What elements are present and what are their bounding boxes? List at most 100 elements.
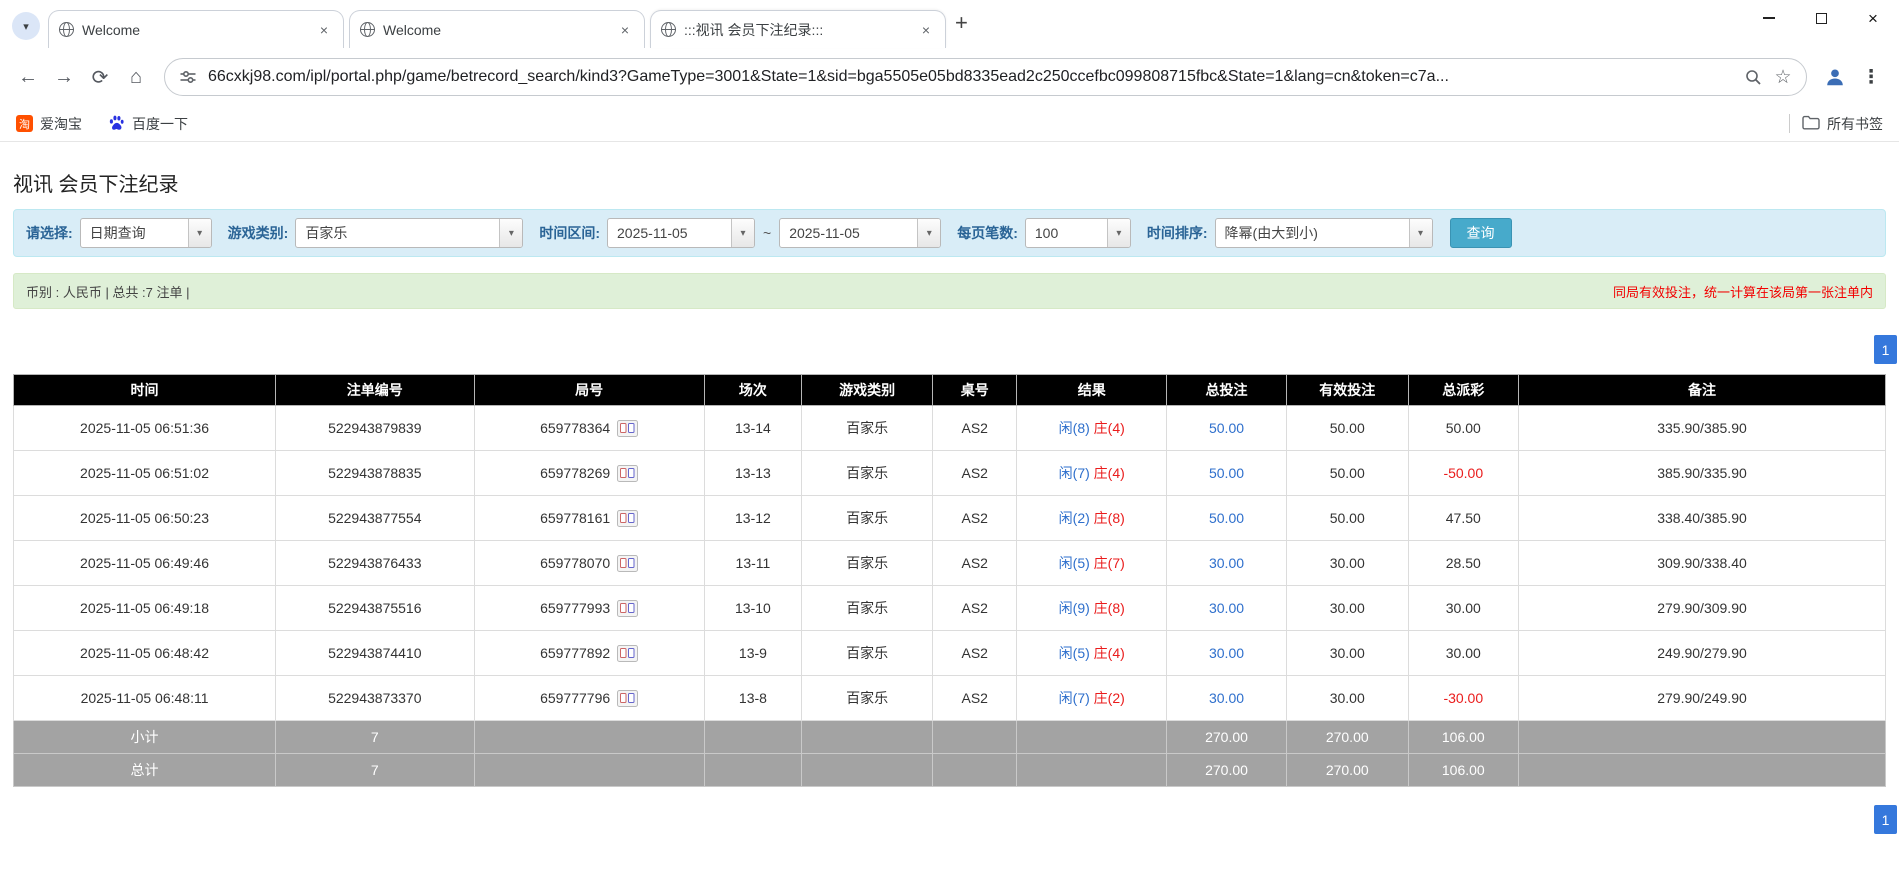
query-type-select[interactable]: 日期查询 ▾	[80, 218, 212, 248]
result-banker: 庄(2)	[1094, 690, 1125, 706]
sort-order-value: 降幂(由大到小)	[1216, 219, 1409, 247]
tab-welcome-1[interactable]: Welcome ×	[48, 10, 344, 48]
bookmark-star-icon[interactable]: ☆	[1768, 62, 1798, 92]
cell-result: 闲(2) 庄(8)	[1017, 496, 1167, 541]
table-row: 2025-11-05 06:50:23 522943877554 6597781…	[14, 496, 1886, 541]
cell-note: 309.90/338.40	[1519, 541, 1886, 586]
tab-close-icon[interactable]: ×	[315, 21, 333, 39]
bookmark-aitaobao[interactable]: 淘 爱淘宝	[16, 114, 82, 134]
date-from-value: 2025-11-05	[608, 219, 731, 247]
cell-total-bet[interactable]: 30.00	[1167, 676, 1287, 721]
round-number: 659777993	[540, 600, 610, 616]
profile-avatar-icon[interactable]	[1817, 59, 1853, 95]
search-button[interactable]: 查询	[1450, 218, 1512, 248]
cell-total-bet[interactable]: 50.00	[1167, 496, 1287, 541]
all-bookmarks-button[interactable]: 所有书签	[1802, 114, 1883, 134]
cell-payout: 30.00	[1408, 631, 1518, 676]
cell-note: 335.90/385.90	[1519, 406, 1886, 451]
divider	[1789, 114, 1790, 133]
chevron-down-icon[interactable]: ▾	[499, 219, 522, 247]
table-row: 2025-11-05 06:51:02 522943878835 6597782…	[14, 451, 1886, 496]
zoom-icon[interactable]	[1738, 62, 1768, 92]
view-result-icon[interactable]	[617, 690, 638, 707]
view-result-icon[interactable]	[617, 420, 638, 437]
view-result-icon[interactable]	[617, 465, 638, 482]
maximize-icon	[1816, 13, 1827, 24]
table-row: 2025-11-05 06:48:11 522943873370 6597777…	[14, 676, 1886, 721]
tab-close-icon[interactable]: ×	[616, 21, 634, 39]
currency-summary-text: 币别 : 人民币 | 总共 :7 注单 |	[26, 282, 190, 301]
cell-total-bet[interactable]: 30.00	[1167, 541, 1287, 586]
tab-title: :::视讯 会员下注纪录:::	[684, 20, 909, 40]
bookmark-label: 爱淘宝	[40, 114, 82, 134]
view-result-icon[interactable]	[617, 510, 638, 527]
chevron-down-icon[interactable]: ▾	[188, 219, 211, 247]
close-icon: ×	[1868, 10, 1878, 27]
result-player: 闲(8)	[1059, 420, 1090, 436]
page-number-button[interactable]: 1	[1874, 335, 1897, 364]
view-result-icon[interactable]	[617, 600, 638, 617]
result-player: 闲(9)	[1059, 600, 1090, 616]
cell-total-bet[interactable]: 30.00	[1167, 631, 1287, 676]
site-info-icon[interactable]	[178, 62, 198, 92]
forward-button[interactable]: →	[46, 59, 82, 95]
chevron-down-icon[interactable]: ▾	[731, 219, 754, 247]
cell-bet-id: 522943876433	[276, 541, 474, 586]
address-bar[interactable]: 66cxkj98.com/ipl/portal.php/game/betreco…	[164, 58, 1807, 96]
cell-round: 659778269	[474, 451, 704, 496]
chevron-down-icon[interactable]: ▾	[1409, 219, 1432, 247]
cell-session: 13-13	[704, 451, 801, 496]
close-button[interactable]: ×	[1847, 0, 1899, 36]
cell-payout: 30.00	[1408, 586, 1518, 631]
new-tab-button[interactable]: +	[955, 10, 968, 36]
cell-note: 385.90/335.90	[1519, 451, 1886, 496]
cell-session: 13-9	[704, 631, 801, 676]
browser-menu-icon[interactable]: ⋮	[1853, 59, 1889, 95]
cell-total-bet[interactable]: 50.00	[1167, 451, 1287, 496]
chevron-down-icon[interactable]: ▾	[917, 219, 940, 247]
chevron-down-icon[interactable]: ▾	[1107, 219, 1130, 247]
sort-order-select[interactable]: 降幂(由大到小) ▾	[1215, 218, 1433, 248]
reload-button[interactable]: ⟳	[82, 59, 118, 95]
cell-time: 2025-11-05 06:48:11	[14, 676, 276, 721]
subtotal-valid-bet: 270.00	[1286, 721, 1408, 754]
bookmark-baidu[interactable]: 百度一下	[108, 114, 188, 134]
home-button[interactable]: ⌂	[118, 59, 154, 95]
page-size-select[interactable]: 100 ▾	[1025, 218, 1131, 248]
column-header: 局号	[474, 375, 704, 406]
result-banker: 庄(4)	[1094, 645, 1125, 661]
back-button[interactable]: ←	[10, 59, 46, 95]
game-type-select[interactable]: 百家乐 ▾	[295, 218, 523, 248]
tab-close-icon[interactable]: ×	[917, 21, 935, 39]
date-tilde: ~	[763, 225, 771, 241]
result-banker: 庄(8)	[1094, 510, 1125, 526]
bet-records-table: 时间注单编号局号场次游戏类别桌号结果总投注有效投注总派彩备注 2025-11-0…	[13, 374, 1886, 787]
date-to-select[interactable]: 2025-11-05 ▾	[779, 218, 941, 248]
maximize-button[interactable]	[1795, 0, 1847, 36]
bookmarks-right: 所有书签	[1789, 114, 1883, 134]
cell-total-bet[interactable]: 30.00	[1167, 586, 1287, 631]
table-row: 2025-11-05 06:49:18 522943875516 6597779…	[14, 586, 1886, 631]
cell-valid-bet: 30.00	[1286, 586, 1408, 631]
page-number-button[interactable]: 1	[1874, 805, 1897, 834]
view-result-icon[interactable]	[617, 555, 638, 572]
tab-search-button[interactable]: ▾	[12, 12, 40, 40]
result-banker: 庄(4)	[1094, 465, 1125, 481]
cell-result: 闲(9) 庄(8)	[1017, 586, 1167, 631]
cell-bet-id: 522943874410	[276, 631, 474, 676]
cell-table-no: AS2	[933, 451, 1017, 496]
tab-welcome-2[interactable]: Welcome ×	[349, 10, 645, 48]
date-from-select[interactable]: 2025-11-05 ▾	[607, 218, 755, 248]
result-player: 闲(5)	[1059, 555, 1090, 571]
page-size-value: 100	[1026, 219, 1107, 247]
cell-note: 338.40/385.90	[1519, 496, 1886, 541]
cell-table-no: AS2	[933, 541, 1017, 586]
view-result-icon[interactable]	[617, 645, 638, 662]
result-player: 闲(5)	[1059, 645, 1090, 661]
tab-bet-record-active[interactable]: :::视讯 会员下注纪录::: ×	[650, 10, 946, 48]
round-number: 659778070	[540, 555, 610, 571]
minimize-button[interactable]	[1743, 0, 1795, 36]
cell-payout: 50.00	[1408, 406, 1518, 451]
cell-total-bet[interactable]: 50.00	[1167, 406, 1287, 451]
url-text[interactable]: 66cxkj98.com/ipl/portal.php/game/betreco…	[208, 68, 1738, 86]
